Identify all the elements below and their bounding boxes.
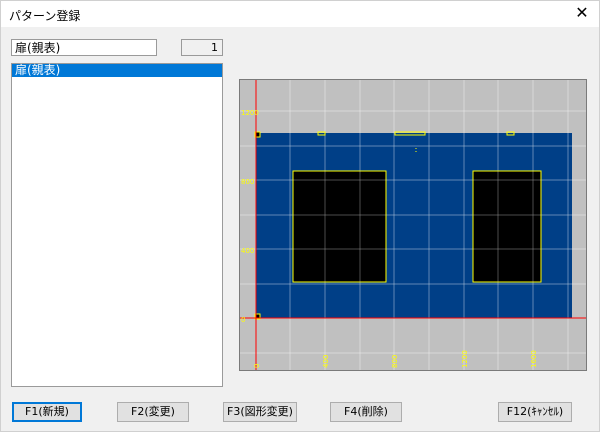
x-label: 1200: [461, 350, 469, 368]
change-shape-button[interactable]: F3(図形変更): [223, 402, 297, 422]
close-icon[interactable]: ✕: [571, 3, 593, 23]
y-label: 400: [241, 247, 254, 255]
opening-right: [472, 170, 542, 283]
pattern-count: 1: [181, 39, 223, 56]
cancel-button[interactable]: F12(ｷｬﾝｾﾙ): [498, 402, 572, 422]
window-title: パターン登録: [9, 9, 81, 23]
y-label: 800: [241, 178, 254, 186]
x-label: 1600: [530, 350, 538, 368]
pattern-register-window: パターン登録 ✕ 1 扉(親表): [0, 0, 600, 432]
list-item[interactable]: 扉(親表): [12, 64, 222, 77]
delete-button[interactable]: F4(削除): [330, 402, 402, 422]
x-label: 800: [391, 355, 399, 368]
pattern-name-input[interactable]: [11, 39, 157, 56]
pattern-preview: 1200 800 400 0 0 400 800 1200 1600: [239, 79, 587, 371]
x-label: 400: [322, 355, 330, 368]
title-bar: パターン登録 ✕: [1, 1, 599, 27]
y-label: 0: [241, 316, 245, 324]
pattern-drawing: 1200 800 400 0 0 400 800 1200 1600: [240, 80, 586, 370]
opening-left: [292, 170, 387, 283]
pattern-list[interactable]: 扉(親表): [11, 63, 223, 387]
y-label: 1200: [241, 109, 259, 117]
edit-button[interactable]: F2(変更): [117, 402, 189, 422]
x-label: 0: [253, 364, 261, 368]
new-button[interactable]: F1(新規): [12, 402, 82, 422]
